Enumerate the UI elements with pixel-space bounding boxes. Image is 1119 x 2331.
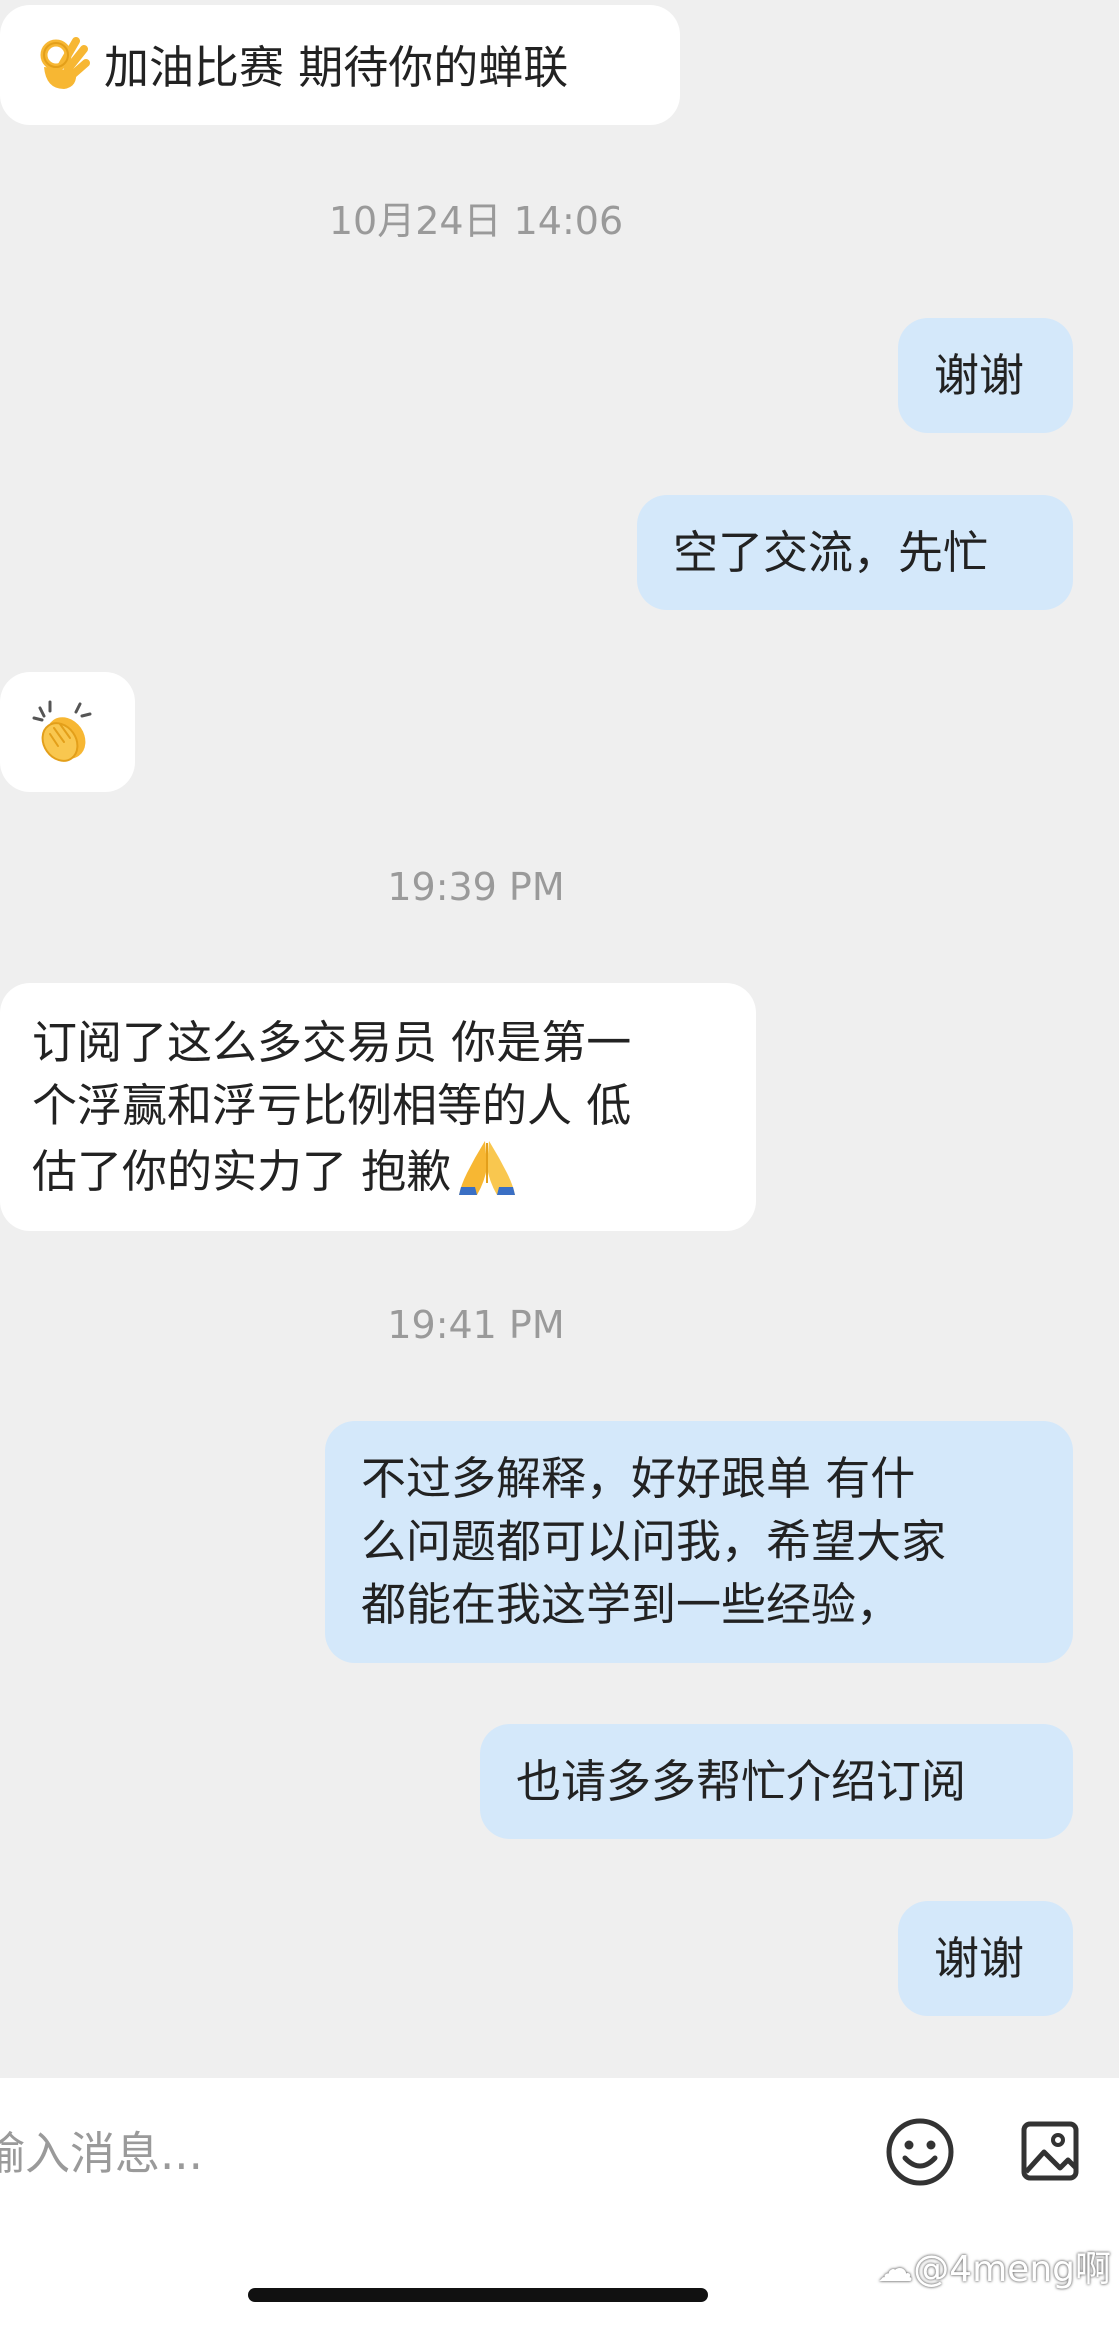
message-text: 空了交流，先忙 xyxy=(673,526,989,579)
message-text: 谢谢 xyxy=(934,349,1025,402)
message-bubble-outgoing[interactable]: 谢谢 xyxy=(898,318,1073,433)
message-text: 谢谢 xyxy=(934,1932,1025,1985)
image-icon[interactable] xyxy=(1010,2112,1090,2192)
message-text-line: 估了你的实力了 抱歉 xyxy=(32,1137,756,1213)
message-bubble-outgoing[interactable]: 空了交流，先忙 xyxy=(637,495,1073,610)
timestamp: 19:39 PM xyxy=(387,865,565,909)
input-bar: ☁@4meng啊 xyxy=(0,2078,1119,2331)
clapping-hands-emoji xyxy=(30,698,96,780)
message-bubble-outgoing[interactable]: 也请多多帮忙介绍订阅 xyxy=(480,1724,1073,1839)
timestamp: 10月24日 14:06 xyxy=(328,199,624,243)
watermark: ☁@4meng啊 xyxy=(877,2249,1111,2290)
message-text-line: 不过多解释，好好跟单 有什 xyxy=(361,1452,916,1505)
message-text-line: 订阅了这么多交易员 你是第一 xyxy=(32,1016,632,1069)
weibo-icon: ☁ xyxy=(877,2249,914,2290)
message-bubble-outgoing[interactable]: 谢谢 xyxy=(898,1901,1073,2016)
message-text-line: 个浮赢和浮亏比例相等的人 低 xyxy=(32,1079,632,1132)
message-bubble-incoming[interactable]: 订阅了这么多交易员 你是第一 个浮赢和浮亏比例相等的人 低 估了你的实力了 抱歉 xyxy=(0,983,756,1231)
message-bubble-incoming[interactable] xyxy=(0,672,135,792)
message-text: 加油比赛 期待你的蝉联 xyxy=(104,41,569,94)
message-list[interactable]: 加油比赛 期待你的蝉联 10月24日 14:06 谢谢 空了交流，先忙 19:3… xyxy=(0,0,1119,2078)
timestamp: 19:41 PM xyxy=(387,1303,565,1347)
message-input[interactable] xyxy=(0,2118,820,2188)
message-text-line: 都能在我这学到一些经验， xyxy=(361,1578,902,1631)
message-text-line: 么问题都可以问我，希望大家 xyxy=(361,1515,947,1568)
ok-hand-emoji xyxy=(32,33,90,109)
message-text: 也请多多帮忙介绍订阅 xyxy=(516,1755,967,1808)
smiley-icon[interactable] xyxy=(880,2112,960,2192)
message-bubble-outgoing[interactable]: 不过多解释，好好跟单 有什 么问题都可以问我，希望大家 都能在我这学到一些经验， xyxy=(325,1421,1073,1663)
message-bubble-incoming[interactable]: 加油比赛 期待你的蝉联 xyxy=(0,5,680,125)
home-indicator xyxy=(248,2288,708,2302)
folded-hands-emoji xyxy=(455,1137,519,1213)
